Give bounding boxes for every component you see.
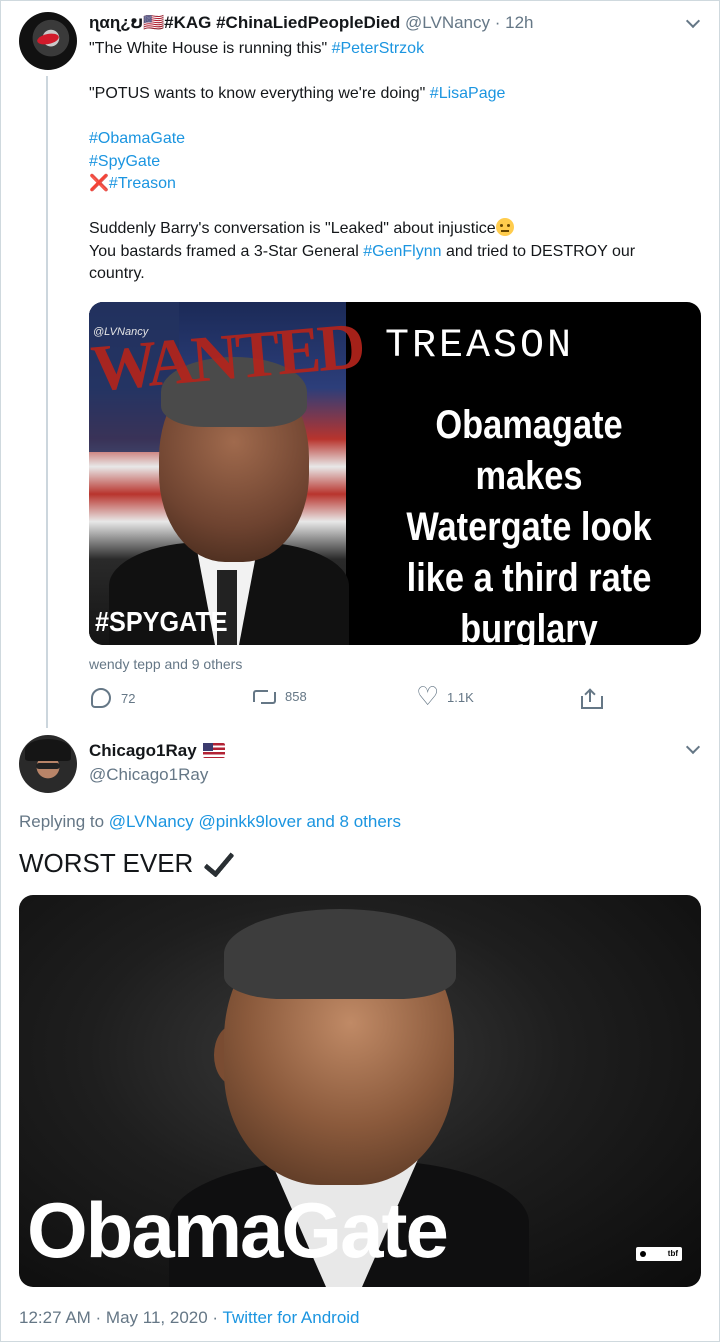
hashtag-spygate[interactable]: #SpyGate (89, 153, 160, 170)
chevron-down-icon[interactable] (686, 742, 700, 756)
thread-connector (46, 76, 48, 728)
raised-eyebrow-emoji-icon (495, 218, 514, 236)
treason-meme-image[interactable]: WANTED @LVNancy #SPYGATE TREASON Obamaga… (89, 302, 701, 645)
author-name[interactable]: ɳαɳ¿ບ🇺🇸#KAG #ChinaLiedPeopleDied (89, 13, 400, 32)
spygate-caption: #SPYGATE (95, 606, 228, 637)
obamagate-image[interactable]: ObamaGate tbf (19, 895, 701, 1287)
meme-caption: Obamagate makes Watergate look like a th… (406, 403, 652, 645)
hashtag-treason[interactable]: #Treason (109, 175, 176, 192)
chevron-down-icon[interactable] (686, 16, 700, 30)
check-mark-icon (201, 847, 235, 875)
image-badge: tbf (636, 1247, 682, 1261)
hashtag-peterstrzok[interactable]: #PeterStrzok (332, 40, 424, 57)
heart-icon (416, 682, 439, 712)
author-name[interactable]: Chicago1Ray (89, 741, 225, 761)
cap-shape (25, 739, 71, 761)
tweet2-body: WORST EVER (19, 847, 235, 879)
like-count: 1.1K (447, 689, 474, 705)
cross-mark-icon: ❌ (89, 175, 109, 192)
lips-graphic (36, 31, 60, 47)
image-watermark: @LVNancy (93, 326, 149, 338)
tweet1-actions: 72 858 1.1K (89, 682, 609, 712)
tweet-source[interactable]: Twitter for Android (223, 1308, 360, 1327)
retweet-button[interactable]: 858 (253, 688, 307, 704)
replying-to-users[interactable]: @LVNancy @pinkk9lover and 8 others (109, 812, 401, 831)
liked-by[interactable]: wendy tepp and 9 others (89, 656, 242, 672)
retweet-count: 858 (285, 688, 307, 704)
hair-shape (224, 909, 456, 999)
obamagate-title: ObamaGate (27, 1186, 449, 1274)
author-handle[interactable]: @LVNancy (405, 13, 490, 32)
us-flag-icon (202, 743, 225, 758)
hashtag-obamagate[interactable]: #ObamaGate (89, 130, 185, 147)
author-handle[interactable]: @Chicago1Ray (89, 765, 208, 785)
tweet1-header: ɳαɳ¿ບ🇺🇸#KAG #ChinaLiedPeopleDied @LVNanc… (89, 12, 534, 34)
tweet-timestamp: 12:27 AM · May 11, 2020 · Twitter for An… (19, 1308, 360, 1327)
tweet1-body: "The White House is running this" #Peter… (89, 40, 636, 282)
hashtag-genflynn[interactable]: #GenFlynn (363, 243, 441, 260)
like-button[interactable]: 1.1K (416, 682, 474, 712)
treason-heading: TREASON (385, 324, 575, 369)
reply-count: 72 (121, 690, 136, 706)
retweet-icon (253, 688, 276, 704)
reply-icon (91, 688, 111, 708)
avatar-lvnancy[interactable] (19, 12, 77, 70)
share-button[interactable] (581, 688, 603, 709)
tweet-time[interactable]: · 12h (495, 13, 534, 32)
glasses-shape (36, 763, 60, 769)
reply-button[interactable]: 72 (91, 688, 135, 708)
hashtag-lisapage[interactable]: #LisaPage (430, 85, 506, 102)
share-icon (581, 688, 603, 709)
replying-to: Replying to @LVNancy @pinkk9lover and 8 … (19, 812, 401, 831)
avatar-chicago1ray[interactable] (19, 735, 77, 793)
